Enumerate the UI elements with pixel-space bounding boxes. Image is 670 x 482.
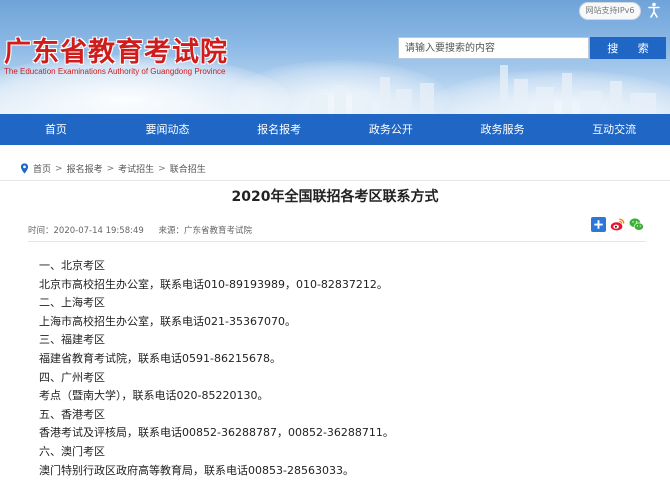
region-heading-macau: 六、澳门考区 [39,444,105,458]
search-input[interactable] [398,37,589,59]
breadcrumb-divider [0,180,670,181]
breadcrumb-separator: > [158,163,166,174]
share-bar [591,217,644,232]
region-heading-beijing: 一、北京考区 [39,259,105,272]
contact-line-guangzhou: 考点（暨南大学），联系电话020-85220130。 [39,389,269,403]
wechat-icon[interactable] [629,217,644,232]
share-plus-icon[interactable] [591,217,606,232]
contact-line-fujian: 福建省教育考试院，联系电话0591-86215678。 [39,351,281,365]
site-title[interactable]: 广东省教育考试院 [4,30,228,69]
breadcrumb-registration[interactable]: 报名报考 [67,162,103,175]
breadcrumb-separator: > [55,163,63,174]
contact-line-hongkong: 香港考试及评核局，联系电话00852-36288787，00852-362887… [39,426,394,440]
nav-item-news[interactable]: 要闻动态 [112,114,224,145]
breadcrumb-joint-admission[interactable]: 联合招生 [170,162,206,175]
accessibility-icon[interactable] [646,2,662,18]
nav-item-home[interactable]: 首页 [0,114,112,145]
ipv6-badge: 网站支持IPv6 [579,2,641,20]
breadcrumb-home[interactable]: 首页 [33,162,51,175]
article-content: 一、北京考区 北京市高校招生办公室，联系电话010-89193989，010-8… [39,257,394,480]
nav-item-services[interactable]: 政务服务 [447,114,559,145]
nav-item-government-affairs[interactable]: 政务公开 [335,114,447,145]
publish-time: 时间：2020-07-14 19:58:49 [28,226,144,236]
contact-line-beijing: 北京市高校招生办公室，联系电话010-89193989，010-82837212… [39,277,388,291]
weibo-icon[interactable] [610,217,625,232]
region-heading-hongkong: 五、香港考区 [39,407,105,421]
search-button[interactable]: 搜 索 [590,37,666,59]
location-pin-icon [20,163,29,174]
main-nav: 首页 要闻动态 报名报考 政务公开 政务服务 互动交流 [0,114,670,145]
site-subtitle: The Education Examinations Authority of … [4,67,226,76]
meta-divider [28,241,646,242]
article-source: 来源：广东省教育考试院 [158,226,252,236]
article-title: 2020年全国联招各考区联系方式 [231,189,439,205]
breadcrumb-separator: > [106,163,115,174]
breadcrumb: 首页 > 报名报考 > 考试招生 > 联合招生 [20,162,206,175]
breadcrumb-exam-admission[interactable]: 考试招生 [118,162,154,175]
site-header: 广东省教育考试院 The Education Examinations Auth… [0,0,670,114]
nav-item-interaction[interactable]: 互动交流 [558,114,670,145]
contact-line-shanghai: 上海市高校招生办公室，联系电话021-35367070。 [39,314,296,328]
region-heading-fujian: 三、福建考区 [39,333,105,347]
region-heading-guangzhou: 四、广州考区 [39,370,105,384]
region-heading-shanghai: 二、上海考区 [39,296,105,310]
nav-item-registration[interactable]: 报名报考 [223,114,335,145]
article-meta: 时间：2020-07-14 19:58:49 来源：广东省教育考试院 [28,224,264,236]
contact-line-macau: 澳门特别行政区政府高等教育局，联系电话00853-28563033。 [39,463,354,477]
city-skyline-decoration [310,65,656,114]
